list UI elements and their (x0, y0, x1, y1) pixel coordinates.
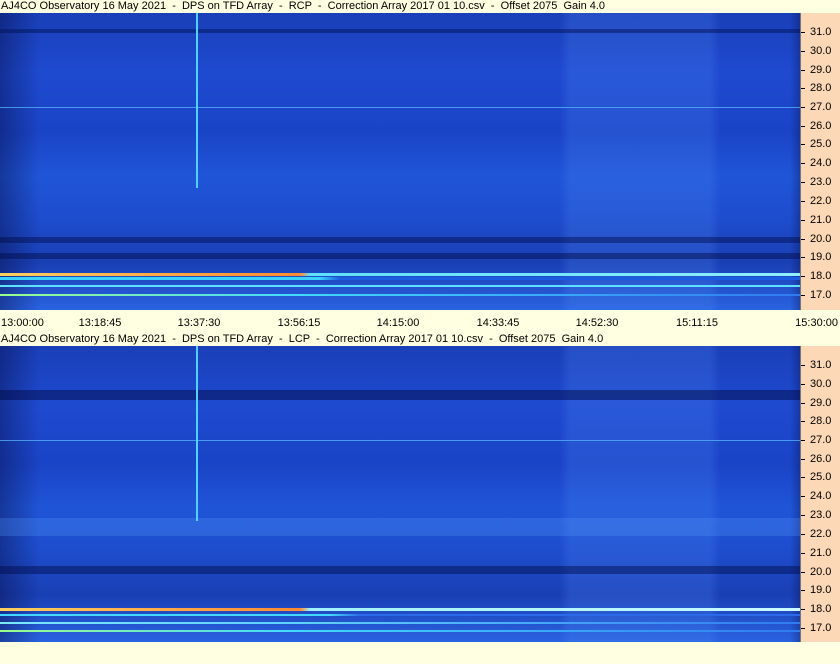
frequency-tick-label: 30.0 (801, 45, 840, 57)
frequency-tick-label: 23.0 (801, 509, 840, 521)
frequency-tick-label: 17.0 (801, 622, 840, 634)
frequency-tick-label: 31.0 (801, 359, 840, 371)
lcp-frequency-axis: 31.0 30.0 29.0 28.0 27.0 26.0 25.0 24.0 … (800, 346, 840, 642)
frequency-tick-label: 25.0 (801, 471, 840, 483)
time-tick-label: 14:52:30 (575, 317, 619, 329)
time-tick-label: 15:30:00 (795, 317, 838, 329)
frequency-tick-label: 24.0 (801, 157, 840, 169)
frequency-tick-label: 20.0 (801, 566, 840, 578)
rcp-panel-title: AJ4CO Observatory 16 May 2021 - DPS on T… (0, 0, 801, 13)
frequency-tick-label: 28.0 (801, 415, 840, 427)
time-tick-label: 15:11:15 (675, 317, 719, 329)
frequency-tick-label: 22.0 (801, 195, 840, 207)
frequency-tick-label: 24.0 (801, 490, 840, 502)
frequency-tick-label: 22.0 (801, 528, 840, 540)
time-tick-label: 14:15:00 (376, 317, 420, 329)
frequency-tick-label: 19.0 (801, 584, 840, 596)
time-tick-label: 13:00:00 (1, 317, 44, 329)
frequency-tick-label: 18.0 (801, 603, 840, 615)
frequency-tick-label: 20.0 (801, 233, 840, 245)
frequency-tick-label: 26.0 (801, 453, 840, 465)
frequency-tick-label: 21.0 (801, 547, 840, 559)
rcp-spectrogram (0, 13, 800, 310)
time-tick-label: 14:33:45 (476, 317, 520, 329)
frequency-tick-label: 29.0 (801, 64, 840, 76)
time-tick-label: 13:56:15 (277, 317, 321, 329)
frequency-tick-label: 18.0 (801, 270, 840, 282)
frequency-tick-label: 21.0 (801, 214, 840, 226)
frequency-tick-label: 31.0 (801, 26, 840, 38)
frequency-tick-label: 23.0 (801, 176, 840, 188)
lcp-spectrogram (0, 346, 800, 642)
frequency-tick-label: 19.0 (801, 251, 840, 263)
frequency-tick-label: 29.0 (801, 397, 840, 409)
frequency-tick-label: 28.0 (801, 82, 840, 94)
frequency-tick-label: 17.0 (801, 289, 840, 301)
frequency-tick-label: 27.0 (801, 434, 840, 446)
frequency-tick-label: 27.0 (801, 101, 840, 113)
time-axis: 13:00:00 13:18:45 13:37:30 13:56:15 14:1… (0, 312, 840, 332)
time-tick-label: 13:18:45 (78, 317, 122, 329)
rcp-frequency-axis: 31.0 30.0 29.0 28.0 27.0 26.0 25.0 24.0 … (800, 13, 840, 310)
time-tick-label: 13:37:30 (177, 317, 221, 329)
frequency-tick-label: 26.0 (801, 120, 840, 132)
frequency-tick-label: 30.0 (801, 378, 840, 390)
lcp-panel-title: AJ4CO Observatory 16 May 2021 - DPS on T… (0, 333, 801, 346)
frequency-tick-label: 25.0 (801, 138, 840, 150)
